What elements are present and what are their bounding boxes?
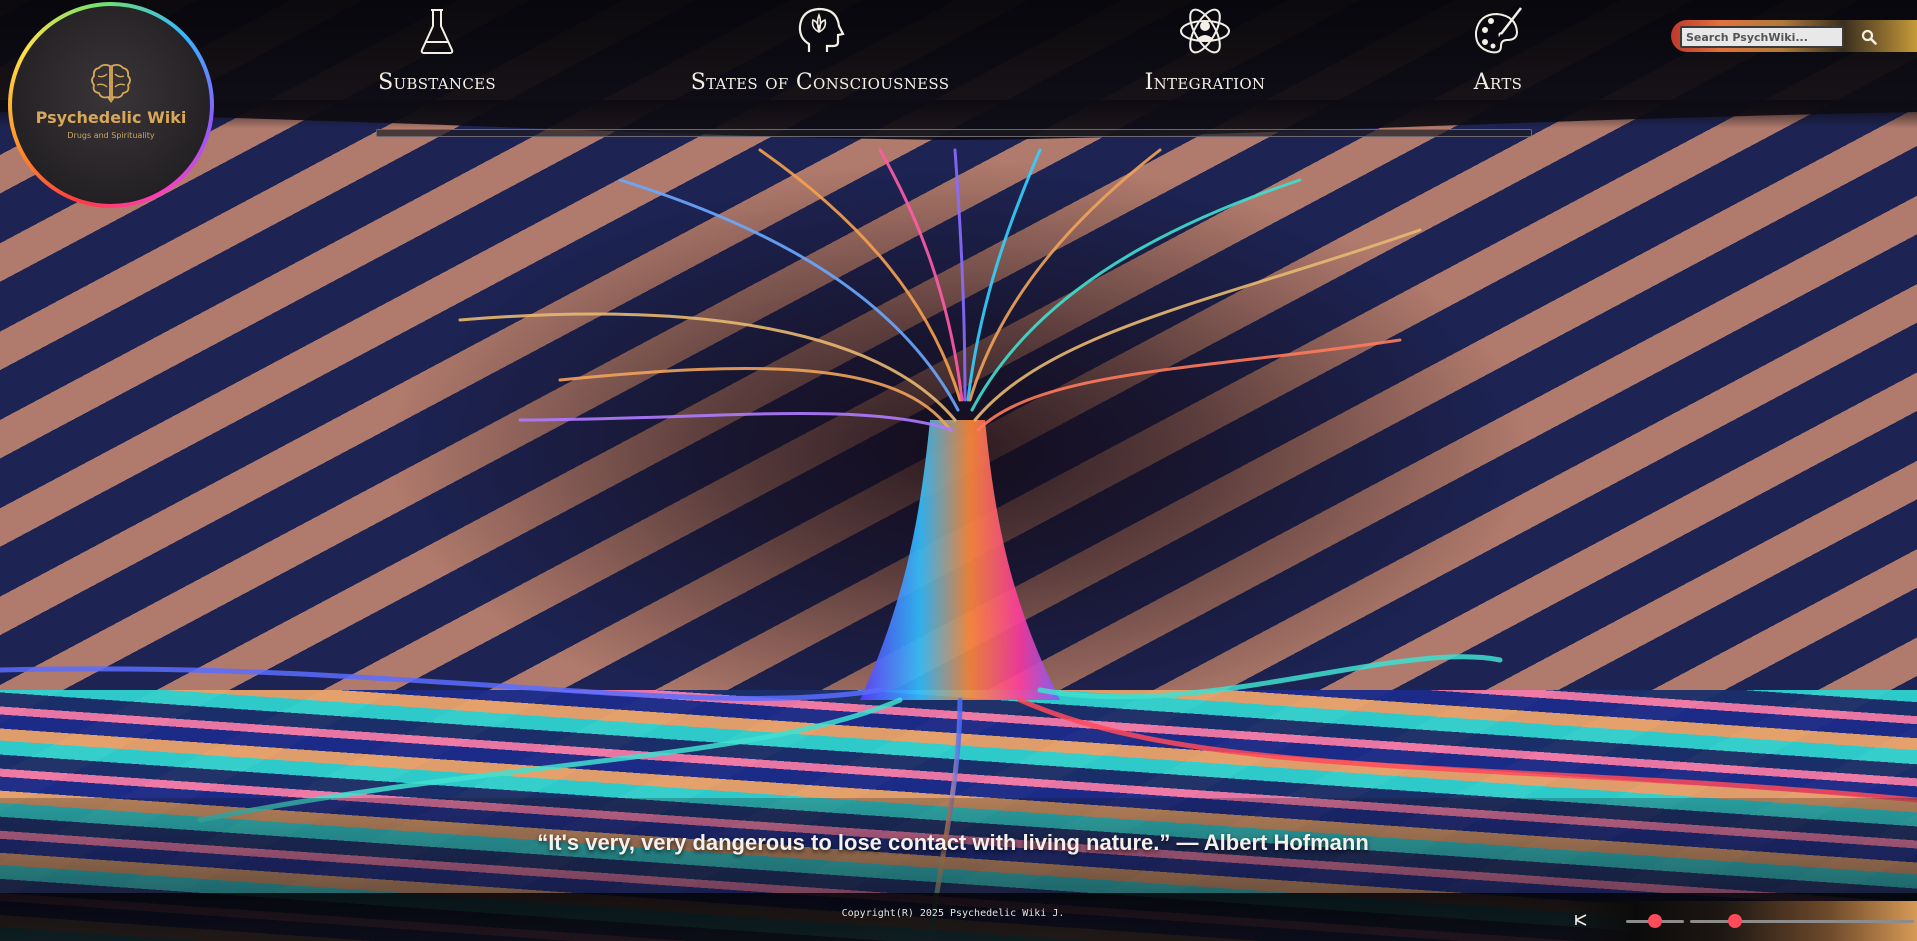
nav-item-states-of-consciousness[interactable]: States of Consciousness	[691, 0, 949, 110]
palette-icon	[1474, 7, 1522, 54]
logo-subtitle: Drugs and Spirituality	[67, 131, 155, 140]
page: Substances States of Consciousness Integ…	[0, 0, 1917, 941]
atom-person-icon	[1180, 8, 1230, 54]
footer: Copyright(R) 2025 Psychedelic Wiki J.	[0, 893, 1917, 941]
search-input[interactable]	[1680, 26, 1844, 48]
flask-icon	[420, 9, 454, 54]
slider-thumb-2[interactable]	[1727, 914, 1742, 928]
header-curve	[0, 100, 1917, 140]
nav-label-integration: Integration	[1144, 70, 1266, 95]
media-player	[1566, 901, 1917, 941]
nav-item-substances[interactable]: Substances	[378, 0, 496, 110]
nav-item-arts[interactable]: Arts	[1468, 0, 1528, 110]
slider-thumb-1[interactable]	[1648, 914, 1662, 928]
brain-icon	[91, 63, 131, 103]
slider-track-2[interactable]	[1690, 920, 1914, 923]
head-lotus-icon	[798, 7, 845, 52]
hero-quote: “It's very, very dangerous to lose conta…	[537, 830, 1369, 855]
search-bar	[1671, 20, 1917, 52]
search-icon	[1861, 29, 1877, 45]
nav-item-integration[interactable]: Integration	[1144, 0, 1266, 110]
logo-badge: Psychedelic Wiki Drugs and Spirituality	[12, 6, 210, 204]
search-button[interactable]	[1857, 26, 1881, 48]
nav-label-arts: Arts	[1473, 70, 1523, 95]
nav-divider	[376, 129, 1532, 137]
logo-title: Psychedelic Wiki	[35, 108, 187, 127]
nav-label-substances: Substances	[378, 70, 496, 95]
site-logo[interactable]: Psychedelic Wiki Drugs and Spirituality	[8, 2, 214, 208]
collapse-icon[interactable]	[1574, 913, 1588, 927]
nav-label-states-of-consciousness: States of Consciousness	[690, 70, 950, 95]
